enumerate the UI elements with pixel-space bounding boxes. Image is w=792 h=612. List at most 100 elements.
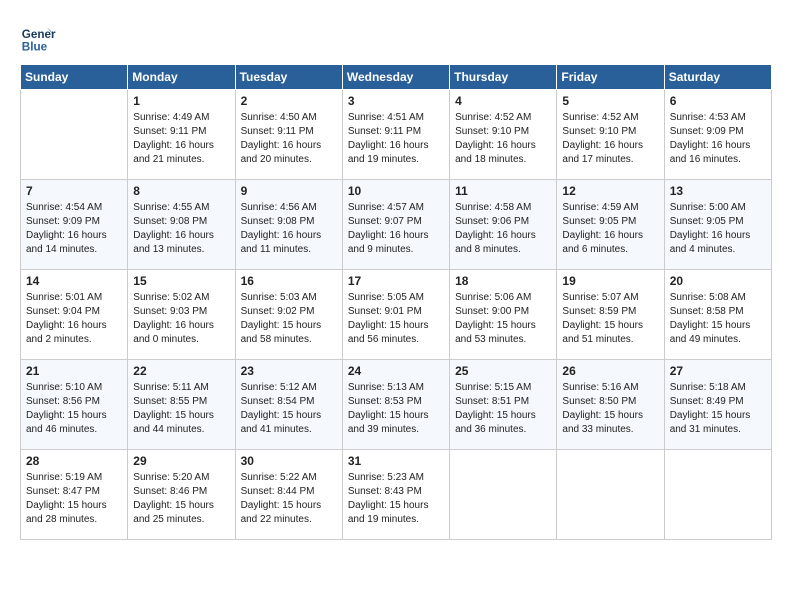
day-info: Sunrise: 4:51 AM Sunset: 9:11 PM Dayligh…: [348, 111, 444, 167]
calendar-cell: 7Sunrise: 4:54 AM Sunset: 9:09 PM Daylig…: [21, 180, 128, 270]
day-number: 14: [26, 274, 122, 288]
week-row-4: 21 Sunrise: 5:10 AM Sunset: 8:56 PM Dayli…: [21, 360, 772, 450]
header-cell-saturday: Saturday: [664, 65, 771, 90]
calendar-cell: 11 Sunrise: 4:58 AM Sunset: 9:06 PM Dayli…: [450, 180, 557, 270]
calendar-cell: 15 Sunrise: 5:02 AM Sunset: 9:03 PM Dayli…: [128, 270, 235, 360]
day-info: Sunrise: 5:05 AM Sunset: 9:01 PM Dayligh…: [348, 291, 444, 347]
calendar-cell: 31 Sunrise: 5:23 AM Sunset: 8:43 PM Dayli…: [342, 450, 449, 540]
calendar-cell: 24 Sunrise: 5:13 AM Sunset: 8:53 PM Dayli…: [342, 360, 449, 450]
day-number: 18: [455, 274, 551, 288]
day-info: Sunrise: 5:10 AM Sunset: 8:56 PM Dayligh…: [26, 381, 122, 437]
day-number: 28: [26, 454, 122, 468]
day-info: Sunrise: 4:55 AM Sunset: 9:08 PM Dayligh…: [133, 201, 229, 257]
calendar-cell: 22Sunrise: 5:11 AM Sunset: 8:55 PM Dayli…: [128, 360, 235, 450]
calendar-cell: 6 Sunrise: 4:53 AM Sunset: 9:09 PM Daylig…: [664, 90, 771, 180]
calendar-cell: 2 Sunrise: 4:50 AM Sunset: 9:11 PM Daylig…: [235, 90, 342, 180]
day-info: Sunrise: 4:58 AM Sunset: 9:06 PM Dayligh…: [455, 201, 551, 257]
day-info: Sunrise: 5:06 AM Sunset: 9:00 PM Dayligh…: [455, 291, 551, 347]
calendar-table: SundayMondayTuesdayWednesdayThursdayFrid…: [20, 64, 772, 540]
day-number: 9: [241, 184, 337, 198]
day-info: Sunrise: 5:20 AM Sunset: 8:46 PM Dayligh…: [133, 471, 229, 527]
calendar-cell: 8 Sunrise: 4:55 AM Sunset: 9:08 PM Daylig…: [128, 180, 235, 270]
header-cell-wednesday: Wednesday: [342, 65, 449, 90]
day-number: 23: [241, 364, 337, 378]
day-number: 26: [562, 364, 658, 378]
day-info: Sunrise: 4:50 AM Sunset: 9:11 PM Dayligh…: [241, 111, 337, 167]
header-cell-sunday: Sunday: [21, 65, 128, 90]
day-info: Sunrise: 5:13 AM Sunset: 8:53 PM Dayligh…: [348, 381, 444, 437]
day-info: Sunrise: 5:08 AM Sunset: 8:58 PM Dayligh…: [670, 291, 766, 347]
day-number: 2: [241, 94, 337, 108]
day-info: Sunrise: 5:16 AM Sunset: 8:50 PM Dayligh…: [562, 381, 658, 437]
day-info: Sunrise: 5:02 AM Sunset: 9:03 PM Dayligh…: [133, 291, 229, 347]
calendar-cell: 3Sunrise: 4:51 AM Sunset: 9:11 PM Daylig…: [342, 90, 449, 180]
calendar-cell: 25 Sunrise: 5:15 AM Sunset: 8:51 PM Dayli…: [450, 360, 557, 450]
day-info: Sunrise: 4:56 AM Sunset: 9:08 PM Dayligh…: [241, 201, 337, 257]
day-number: 25: [455, 364, 551, 378]
day-number: 29: [133, 454, 229, 468]
calendar-cell: 20Sunrise: 5:08 AM Sunset: 8:58 PM Dayli…: [664, 270, 771, 360]
calendar-cell: 18 Sunrise: 5:06 AM Sunset: 9:00 PM Dayli…: [450, 270, 557, 360]
calendar-cell: 21 Sunrise: 5:10 AM Sunset: 8:56 PM Dayli…: [21, 360, 128, 450]
day-number: 13: [670, 184, 766, 198]
svg-text:Blue: Blue: [22, 41, 48, 54]
day-info: Sunrise: 5:19 AM Sunset: 8:47 PM Dayligh…: [26, 471, 122, 527]
logo-icon: General Blue: [20, 20, 56, 56]
calendar-cell: 5 Sunrise: 4:52 AM Sunset: 9:10 PM Daylig…: [557, 90, 664, 180]
day-number: 24: [348, 364, 444, 378]
calendar-cell: [557, 450, 664, 540]
page-header: General Blue: [20, 20, 772, 56]
calendar-body: 1Sunrise: 4:49 AM Sunset: 9:11 PM Daylig…: [21, 90, 772, 540]
day-info: Sunrise: 4:59 AM Sunset: 9:05 PM Dayligh…: [562, 201, 658, 257]
day-info: Sunrise: 4:57 AM Sunset: 9:07 PM Dayligh…: [348, 201, 444, 257]
day-info: Sunrise: 5:22 AM Sunset: 8:44 PM Dayligh…: [241, 471, 337, 527]
calendar-cell: [450, 450, 557, 540]
day-number: 11: [455, 184, 551, 198]
week-row-3: 14 Sunrise: 5:01 AM Sunset: 9:04 PM Dayli…: [21, 270, 772, 360]
svg-text:General: General: [22, 28, 56, 41]
header-cell-thursday: Thursday: [450, 65, 557, 90]
day-number: 1: [133, 94, 229, 108]
day-number: 8: [133, 184, 229, 198]
day-info: Sunrise: 5:03 AM Sunset: 9:02 PM Dayligh…: [241, 291, 337, 347]
day-info: Sunrise: 5:07 AM Sunset: 8:59 PM Dayligh…: [562, 291, 658, 347]
calendar-cell: 13Sunrise: 5:00 AM Sunset: 9:05 PM Dayli…: [664, 180, 771, 270]
calendar-cell: 30Sunrise: 5:22 AM Sunset: 8:44 PM Dayli…: [235, 450, 342, 540]
day-number: 31: [348, 454, 444, 468]
day-number: 5: [562, 94, 658, 108]
calendar-cell: 28 Sunrise: 5:19 AM Sunset: 8:47 PM Dayli…: [21, 450, 128, 540]
day-number: 15: [133, 274, 229, 288]
calendar-cell: 27Sunrise: 5:18 AM Sunset: 8:49 PM Dayli…: [664, 360, 771, 450]
day-info: Sunrise: 5:15 AM Sunset: 8:51 PM Dayligh…: [455, 381, 551, 437]
day-info: Sunrise: 4:52 AM Sunset: 9:10 PM Dayligh…: [455, 111, 551, 167]
day-info: Sunrise: 5:23 AM Sunset: 8:43 PM Dayligh…: [348, 471, 444, 527]
day-number: 12: [562, 184, 658, 198]
day-info: Sunrise: 4:53 AM Sunset: 9:09 PM Dayligh…: [670, 111, 766, 167]
day-number: 17: [348, 274, 444, 288]
calendar-cell: 16Sunrise: 5:03 AM Sunset: 9:02 PM Dayli…: [235, 270, 342, 360]
calendar-header: SundayMondayTuesdayWednesdayThursdayFrid…: [21, 65, 772, 90]
header-cell-monday: Monday: [128, 65, 235, 90]
calendar-cell: 1Sunrise: 4:49 AM Sunset: 9:11 PM Daylig…: [128, 90, 235, 180]
week-row-1: 1Sunrise: 4:49 AM Sunset: 9:11 PM Daylig…: [21, 90, 772, 180]
calendar-cell: 10 Sunrise: 4:57 AM Sunset: 9:07 PM Dayli…: [342, 180, 449, 270]
week-row-2: 7Sunrise: 4:54 AM Sunset: 9:09 PM Daylig…: [21, 180, 772, 270]
day-number: 21: [26, 364, 122, 378]
day-info: Sunrise: 4:52 AM Sunset: 9:10 PM Dayligh…: [562, 111, 658, 167]
week-row-5: 28 Sunrise: 5:19 AM Sunset: 8:47 PM Dayli…: [21, 450, 772, 540]
day-number: 10: [348, 184, 444, 198]
calendar-cell: 19Sunrise: 5:07 AM Sunset: 8:59 PM Dayli…: [557, 270, 664, 360]
day-number: 27: [670, 364, 766, 378]
calendar-cell: 17 Sunrise: 5:05 AM Sunset: 9:01 PM Dayli…: [342, 270, 449, 360]
day-info: Sunrise: 5:01 AM Sunset: 9:04 PM Dayligh…: [26, 291, 122, 347]
header-cell-friday: Friday: [557, 65, 664, 90]
day-number: 6: [670, 94, 766, 108]
calendar-cell: 14 Sunrise: 5:01 AM Sunset: 9:04 PM Dayli…: [21, 270, 128, 360]
calendar-cell: 4Sunrise: 4:52 AM Sunset: 9:10 PM Daylig…: [450, 90, 557, 180]
calendar-cell: 23 Sunrise: 5:12 AM Sunset: 8:54 PM Dayli…: [235, 360, 342, 450]
day-info: Sunrise: 4:54 AM Sunset: 9:09 PM Dayligh…: [26, 201, 122, 257]
calendar-cell: 26 Sunrise: 5:16 AM Sunset: 8:50 PM Dayli…: [557, 360, 664, 450]
calendar-cell: [21, 90, 128, 180]
calendar-cell: 29 Sunrise: 5:20 AM Sunset: 8:46 PM Dayli…: [128, 450, 235, 540]
day-info: Sunrise: 5:12 AM Sunset: 8:54 PM Dayligh…: [241, 381, 337, 437]
